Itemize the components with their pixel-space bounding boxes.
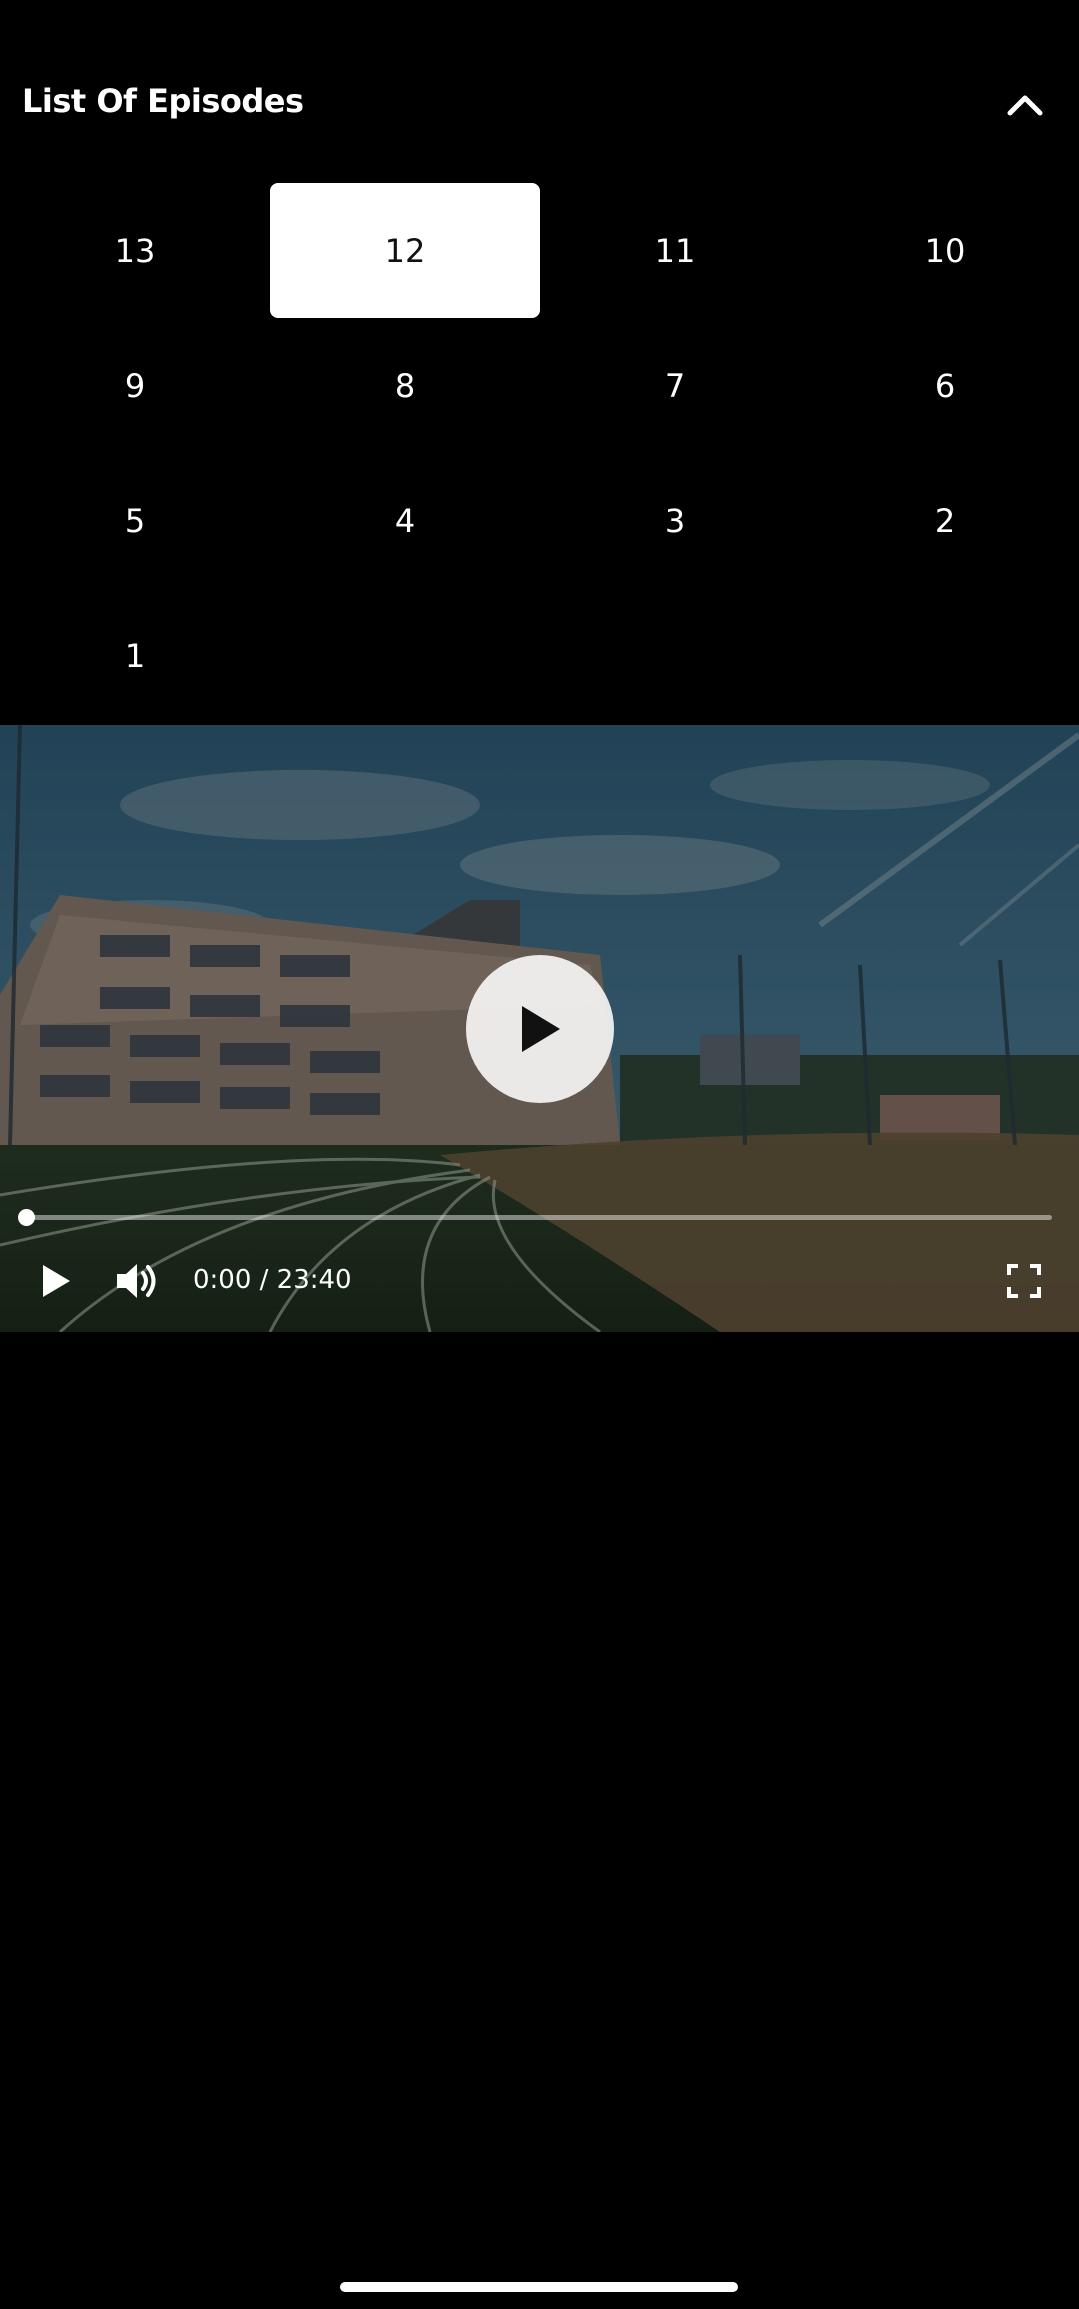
episode-button-12[interactable]: 12 [270,183,540,318]
volume-icon [117,1264,156,1298]
episode-cell: 4 [270,453,540,588]
fullscreen-icon [1007,1264,1041,1298]
episode-cell: 7 [540,318,810,453]
episode-button-8[interactable]: 8 [270,318,540,453]
page-title: List Of Episodes [22,82,304,120]
episode-grid: 13 12 11 10 9 8 7 6 5 4 3 2 1 [0,183,1079,723]
episode-button-13[interactable]: 13 [0,183,270,318]
collapse-episodes-button[interactable] [995,80,1055,130]
episodes-header: List Of Episodes [0,0,1079,180]
episode-cell: 3 [540,453,810,588]
episode-cell: 2 [810,453,1079,588]
episode-cell: 6 [810,318,1079,453]
play-button[interactable] [30,1255,82,1307]
episode-cell: 10 [810,183,1079,318]
episode-button-5[interactable]: 5 [0,453,270,588]
episode-button-11[interactable]: 11 [540,183,810,318]
episode-cell: 8 [270,318,540,453]
episode-button-4[interactable]: 4 [270,453,540,588]
home-indicator[interactable] [340,2282,738,2292]
play-icon [43,1265,70,1297]
episode-button-3[interactable]: 3 [540,453,810,588]
episode-button-9[interactable]: 9 [0,318,270,453]
big-play-button[interactable] [466,955,614,1103]
episode-cell: 5 [0,453,270,588]
time-display: 0:00 / 23:40 [193,1265,352,1295]
episode-cell: 1 [0,588,270,723]
episode-button-7[interactable]: 7 [540,318,810,453]
volume-button[interactable] [110,1255,166,1307]
episode-button-10[interactable]: 10 [810,183,1079,318]
video-player[interactable]: 0:00 / 23:40 [0,725,1079,1332]
fullscreen-button[interactable] [998,1255,1050,1307]
episode-cell: 9 [0,318,270,453]
episode-cell: 13 [0,183,270,318]
episode-cell: 11 [540,183,810,318]
progress-bar[interactable] [18,1209,1052,1226]
chevron-up-icon [1007,95,1043,116]
episode-cell: 12 [270,183,540,318]
play-icon [522,1006,560,1052]
episode-button-1[interactable]: 1 [0,588,270,723]
episode-button-6[interactable]: 6 [810,318,1079,453]
episode-button-2[interactable]: 2 [810,453,1079,588]
progress-scrubber[interactable] [18,1209,35,1226]
